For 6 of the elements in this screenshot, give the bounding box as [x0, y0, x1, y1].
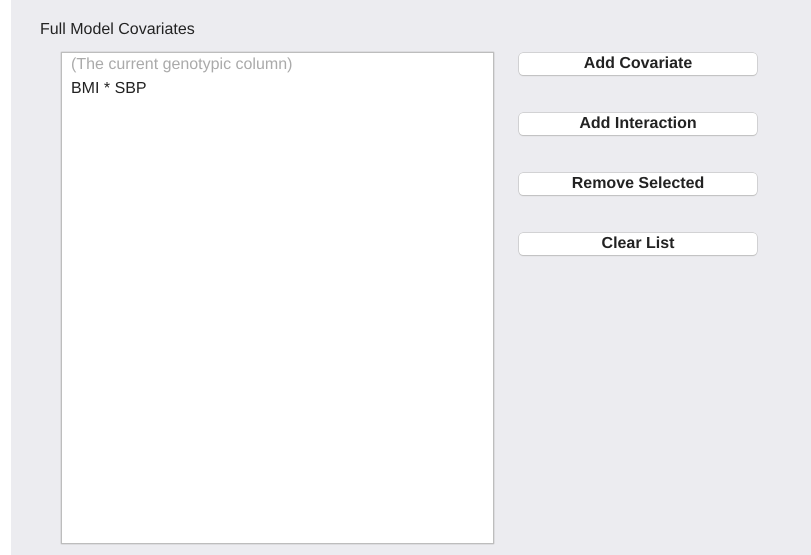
action-button[interactable]: Clear List: [519, 233, 757, 255]
action-button[interactable]: Add Interaction: [519, 113, 757, 135]
list-item[interactable]: BMI * SBP: [71, 77, 484, 101]
action-button[interactable]: Remove Selected: [519, 173, 757, 195]
action-button[interactable]: Add Covariate: [519, 53, 757, 75]
group-title: Full Model Covariates: [40, 20, 195, 40]
